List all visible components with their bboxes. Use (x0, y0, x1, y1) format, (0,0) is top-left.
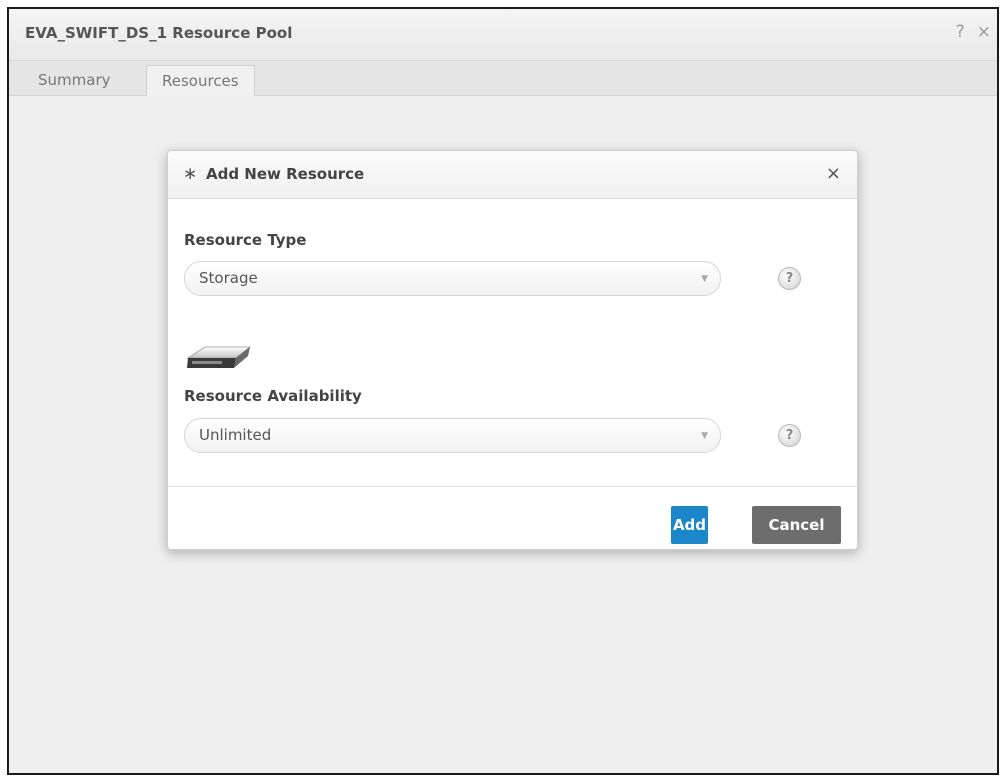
tab-bar: Summary Resources (9, 61, 997, 96)
help-icon[interactable]: ? (956, 22, 965, 42)
dialog-title: Add New Resource (206, 165, 365, 183)
window-title: EVA_SWIFT_DS_1 Resource Pool (25, 24, 293, 42)
dialog-header: ∗ Add New Resource × (168, 151, 857, 199)
close-icon[interactable]: × (977, 22, 991, 42)
dialog-footer-divider (168, 486, 857, 487)
resource-availability-help-icon[interactable]: ? (778, 424, 801, 447)
resource-availability-select[interactable]: Unlimited ▼ (184, 418, 721, 453)
add-resource-dialog: ∗ Add New Resource × Resource Type Stora… (167, 150, 858, 550)
chevron-down-icon: ▼ (701, 431, 708, 441)
chevron-down-icon: ▼ (701, 274, 708, 284)
dialog-close-icon[interactable]: × (826, 163, 841, 184)
resource-pool-window: EVA_SWIFT_DS_1 Resource Pool ? × Summary… (7, 7, 999, 775)
tab-resources[interactable]: Resources (146, 65, 255, 96)
resource-type-label: Resource Type (184, 231, 307, 249)
tab-summary[interactable]: Summary (23, 65, 126, 96)
window-titlebar: EVA_SWIFT_DS_1 Resource Pool ? × (9, 9, 997, 61)
window-actions: ? × (956, 22, 991, 42)
resource-type-select[interactable]: Storage ▼ (184, 261, 721, 296)
storage-drive-icon (186, 346, 252, 368)
asterisk-icon: ∗ (183, 164, 198, 184)
add-button[interactable]: Add (671, 506, 708, 544)
resource-availability-value: Unlimited (199, 426, 272, 444)
resource-type-help-icon[interactable]: ? (778, 267, 801, 290)
resource-availability-label: Resource Availability (184, 387, 362, 405)
resource-type-value: Storage (199, 269, 258, 287)
cancel-button[interactable]: Cancel (752, 506, 841, 544)
